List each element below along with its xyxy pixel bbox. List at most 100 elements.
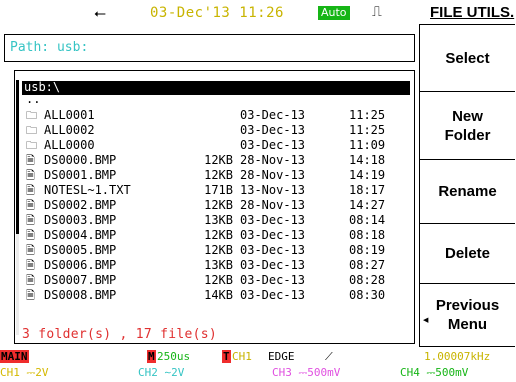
- folder-icon: 🗀: [26, 139, 37, 152]
- new-folder-button[interactable]: New Folder: [419, 91, 515, 160]
- file-name: DS0000.BMP: [44, 153, 117, 167]
- file-icon: 🗎: [26, 274, 35, 287]
- previous-menu-button-label: Previous Menu: [435, 297, 500, 333]
- file-row[interactable]: 🗎 DS0003.BMP 13KB 03-Dec-13 08:14: [0, 213, 410, 228]
- menu-title: FILE UTILS.: [430, 4, 515, 21]
- file-row[interactable]: 🗎 DS0005.BMP 12KB 03-Dec-13 08:19: [0, 243, 410, 258]
- timebase-badge: M: [147, 350, 156, 363]
- file-time: 08:19: [349, 243, 386, 257]
- file-date: 28-Nov-13: [240, 168, 306, 182]
- file-name: ALL0001: [44, 108, 95, 122]
- new-folder-button-label: New Folder: [444, 107, 491, 144]
- ch2-status: CH2 ∼2V: [138, 366, 185, 379]
- frequency-readout: 1.00007kHz: [424, 350, 491, 363]
- file-date: 03-Dec-13: [240, 243, 306, 257]
- trigger-type: EDGE: [268, 350, 295, 363]
- file-size: 13KB: [204, 258, 233, 272]
- file-name: DS0006.BMP: [44, 258, 117, 272]
- file-time: 14:27: [349, 198, 386, 212]
- file-time: 14:19: [349, 168, 386, 182]
- file-name: NOTESL~1.TXT: [44, 183, 131, 197]
- file-row[interactable]: 🗀 ALL0001 03-Dec-13 11:25: [0, 108, 410, 123]
- file-date: 03-Dec-13: [240, 288, 306, 302]
- file-name: ALL0000: [44, 138, 95, 152]
- file-size: 14KB: [204, 288, 233, 302]
- file-icon: 🗎: [26, 184, 35, 197]
- file-icon: 🗎: [26, 214, 35, 227]
- file-date: 03-Dec-13: [240, 138, 306, 152]
- select-button[interactable]: Select: [419, 24, 515, 92]
- file-icon: 🗎: [26, 289, 35, 302]
- file-date: 03-Dec-13: [240, 213, 306, 227]
- file-icon: 🗎: [26, 169, 35, 182]
- main-label: MAIN: [0, 350, 29, 363]
- file-time: 08:18: [349, 228, 386, 242]
- drive-row-highlight[interactable]: [22, 81, 410, 95]
- file-size: 12KB: [204, 198, 233, 212]
- file-size: 12KB: [204, 243, 233, 257]
- file-name: DS0002.BMP: [44, 198, 117, 212]
- file-row[interactable]: 🗎 DS0007.BMP 12KB 03-Dec-13 08:28: [0, 273, 410, 288]
- acquire-mode-badge: Auto: [318, 6, 350, 20]
- file-date: 13-Nov-13: [240, 183, 306, 197]
- file-date: 28-Nov-13: [240, 198, 306, 212]
- datetime: 03-Dec'13 11:26: [150, 5, 284, 21]
- file-date: 03-Dec-13: [240, 123, 306, 137]
- file-name: ALL0002: [44, 123, 95, 137]
- file-row[interactable]: 🗀 ALL0002 03-Dec-13 11:25: [0, 123, 410, 138]
- ch4-status: CH4 ⎓500mV: [400, 366, 469, 379]
- usb-icon: ⭠: [94, 4, 107, 22]
- delete-button[interactable]: Delete: [419, 223, 515, 284]
- file-size: 13KB: [204, 213, 233, 227]
- delete-button-label: Delete: [444, 245, 491, 262]
- file-name: DS0003.BMP: [44, 213, 117, 227]
- file-row[interactable]: 🗎 DS0006.BMP 13KB 03-Dec-13 08:27: [0, 258, 410, 273]
- file-time: 11:09: [349, 138, 386, 152]
- previous-menu-button[interactable]: Previous Menu: [419, 283, 515, 347]
- file-name: DS0007.BMP: [44, 273, 117, 287]
- file-size: 171B: [204, 183, 233, 197]
- file-date: 03-Dec-13: [240, 108, 306, 122]
- back-arrow-icon: ◀: [423, 316, 429, 324]
- file-time: 08:14: [349, 213, 386, 227]
- trigger-slope-icon: ⟋: [325, 350, 333, 363]
- file-name: DS0001.BMP: [44, 168, 117, 182]
- file-size: 12KB: [204, 273, 233, 287]
- select-button-label: Select: [445, 49, 490, 67]
- file-date: 03-Dec-13: [240, 273, 306, 287]
- file-row[interactable]: 🗎 DS0000.BMP 12KB 28-Nov-13 14:18: [0, 153, 410, 168]
- file-time: 11:25: [349, 123, 386, 137]
- ch3-status: CH3 ⎓500mV: [272, 366, 341, 379]
- file-size: 12KB: [204, 153, 233, 167]
- file-row[interactable]: 🗀 ALL0000 03-Dec-13 11:09: [0, 138, 410, 153]
- ch1-status: CH1 ⎓2V: [0, 366, 49, 379]
- file-time: 14:18: [349, 153, 386, 167]
- path-text: Path: usb:: [10, 40, 89, 55]
- file-row[interactable]: 🗎 DS0002.BMP 12KB 28-Nov-13 14:27: [0, 198, 410, 213]
- folder-icon: 🗀: [26, 124, 37, 137]
- file-size: 12KB: [204, 168, 233, 182]
- file-row[interactable]: 🗎 DS0001.BMP 12KB 28-Nov-13 14:19: [0, 168, 410, 183]
- file-row[interactable]: 🗎 DS0004.BMP 12KB 03-Dec-13 08:18: [0, 228, 410, 243]
- file-name: DS0004.BMP: [44, 228, 117, 242]
- folder-icon: 🗀: [26, 109, 37, 122]
- file-icon: 🗎: [26, 199, 35, 212]
- rename-button[interactable]: Rename: [419, 159, 515, 224]
- trigger-status-icon: ⎍: [372, 4, 382, 20]
- trigger-badge: T: [222, 350, 231, 363]
- file-time: 18:17: [349, 183, 386, 197]
- file-date: 28-Nov-13: [240, 153, 306, 167]
- file-date: 03-Dec-13: [240, 228, 306, 242]
- timebase: 250us: [157, 350, 191, 363]
- parent-directory-row[interactable]: ..: [26, 92, 40, 107]
- rename-button-label: Rename: [438, 183, 497, 200]
- file-icon: 🗎: [26, 259, 35, 272]
- file-time: 08:27: [349, 258, 386, 272]
- trigger-source: CH1: [232, 350, 252, 363]
- file-time: 08:30: [349, 288, 386, 302]
- file-size: 12KB: [204, 228, 233, 242]
- file-name: DS0005.BMP: [44, 243, 117, 257]
- file-row[interactable]: 🗎 DS0008.BMP 14KB 03-Dec-13 08:30: [0, 288, 410, 303]
- file-name: DS0008.BMP: [44, 288, 117, 302]
- file-row[interactable]: 🗎 NOTESL~1.TXT 171B 13-Nov-13 18:17: [0, 183, 410, 198]
